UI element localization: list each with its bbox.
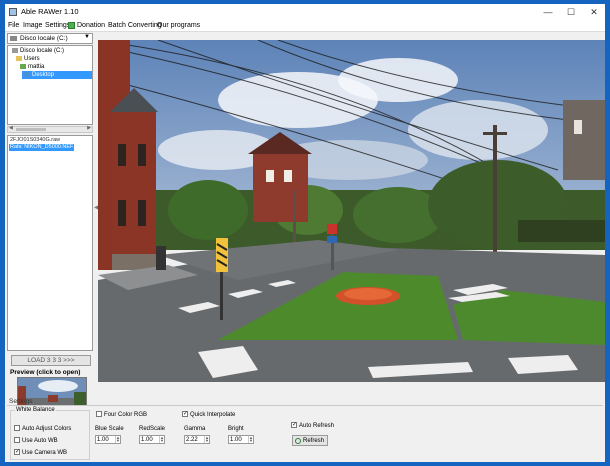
tree-item-drive[interactable]: Disco locale (C:) — [10, 47, 66, 55]
tree-item-label: mattia — [28, 64, 45, 70]
folder-tree: Disco locale (C:) Users mattia Desktop — [7, 45, 93, 125]
quick-interpolate-checkbox[interactable]: Quick Interpolate — [182, 410, 236, 419]
tree-item-users[interactable]: Users — [14, 55, 42, 63]
left-panel: Disco locale (C:) ▼ Disco locale (C:) Us… — [7, 33, 93, 425]
spin-arrows-icon[interactable]: ▲ ▼ — [115, 436, 120, 443]
checkbox-box — [14, 437, 20, 444]
red-scale-label: RedScale — [139, 426, 166, 432]
drive-icon — [10, 36, 17, 41]
checkbox-label: Quick Interpolate — [190, 412, 236, 418]
use-auto-wb-checkbox[interactable]: Use Auto WB — [14, 437, 58, 445]
checkbox-box — [291, 421, 297, 429]
bright-label: Bright — [228, 426, 244, 432]
refresh-button[interactable]: Refresh — [292, 435, 328, 446]
blue-scale-value: 1.00 — [97, 437, 109, 443]
spin-arrows-icon[interactable]: ▲ ▼ — [159, 436, 164, 443]
auto-adjust-colors-checkbox[interactable]: Auto Adjust Colors — [14, 425, 71, 433]
preview-label: Preview (click to open) — [10, 369, 81, 376]
checkbox-box — [14, 425, 20, 432]
drive-select[interactable]: Disco locale (C:) ▼ — [7, 33, 93, 44]
folder-icon — [16, 55, 22, 61]
menu-donation-label: Donation — [77, 22, 106, 29]
menu-batch-converting[interactable]: Batch Converting — [108, 21, 162, 31]
settings-panel: White Balance Auto Adjust Colors Use Aut… — [7, 405, 603, 461]
load-button[interactable]: LOAD 3 3 3 >>> — [11, 355, 91, 366]
red-scale-input[interactable]: 1.00 ▲ ▼ — [139, 435, 165, 444]
gamma-value: 2.22 — [186, 437, 198, 443]
file-item[interactable]: Rafa' NIKON_D5000.NEF — [9, 144, 75, 151]
refresh-icon — [295, 438, 301, 444]
checkbox-label: Use Camera WB — [22, 450, 68, 456]
checkbox-box — [96, 411, 102, 418]
checkbox-label: Auto Refresh — [299, 423, 335, 429]
chevron-down-icon: ▼ — [84, 34, 90, 40]
bright-value: 1.00 — [230, 437, 242, 443]
checkbox-box — [14, 448, 20, 456]
menu-settings[interactable]: Settings — [45, 21, 70, 31]
tree-horizontal-scrollbar[interactable]: ◀ ▶ — [7, 125, 93, 133]
tree-item-mattia[interactable]: mattia — [18, 63, 46, 71]
checkbox-label: Use Auto WB — [22, 438, 58, 444]
menu-image[interactable]: Image — [23, 21, 42, 31]
title-bar: Able RAWer 1.10 — ☐ ✕ — [5, 4, 605, 20]
checkbox-label: Four Color RGB — [104, 412, 148, 418]
spin-arrows-icon[interactable]: ▲ ▼ — [204, 436, 209, 443]
menu-bar: File Image Settings Donation Batch Conve… — [5, 20, 605, 32]
window-title: Able RAWer 1.10 — [21, 7, 79, 16]
checkbox-box — [182, 410, 188, 418]
minimize-button[interactable]: — — [537, 4, 559, 20]
drive-icon — [12, 47, 18, 53]
tree-item-label: Users — [24, 56, 40, 62]
spin-arrows-icon[interactable]: ▲ ▼ — [248, 436, 253, 443]
desktop-icon — [24, 71, 30, 77]
menu-our-programs[interactable]: Our programs — [157, 21, 200, 31]
app-window: Able RAWer 1.10 — ☐ ✕ File Image Setting… — [4, 3, 606, 463]
blue-scale-label: Blue Scale — [95, 426, 124, 432]
scroll-right-icon: ▶ — [87, 125, 91, 131]
use-camera-wb-checkbox[interactable]: Use Camera WB — [14, 448, 68, 457]
gamma-input[interactable]: 2.22 ▲ ▼ — [184, 435, 210, 444]
tree-item-label: Desktop — [32, 72, 55, 78]
panel-splitter[interactable]: ◀ — [94, 204, 99, 218]
four-color-rgb-checkbox[interactable]: Four Color RGB — [96, 411, 147, 419]
refresh-button-label: Refresh — [303, 438, 325, 444]
red-scale-value: 1.00 — [141, 437, 153, 443]
tree-item-label: Disco locale (C:) — [20, 48, 65, 54]
image-viewer[interactable] — [98, 40, 605, 382]
menu-file[interactable]: File — [8, 21, 19, 31]
menu-donation[interactable]: Donation — [68, 21, 105, 31]
scroll-left-icon: ◀ — [9, 125, 13, 131]
raw-photo — [98, 40, 605, 382]
user-folder-icon — [20, 63, 26, 69]
donation-icon — [68, 21, 75, 29]
tree-item-desktop[interactable]: Desktop — [22, 71, 92, 79]
scrollbar-thumb[interactable] — [16, 128, 46, 131]
bright-input[interactable]: 1.00 ▲ ▼ — [228, 435, 254, 444]
maximize-button[interactable]: ☐ — [560, 4, 582, 20]
close-button[interactable]: ✕ — [583, 4, 605, 20]
auto-refresh-checkbox[interactable]: Auto Refresh — [291, 421, 335, 430]
checkbox-label: Auto Adjust Colors — [22, 426, 72, 432]
settings-label: Settings — [9, 398, 33, 405]
blue-scale-input[interactable]: 1.00 ▲ ▼ — [95, 435, 121, 444]
file-item[interactable]: 2FJO01S0340G.raw — [9, 137, 61, 144]
white-balance-group: White Balance Auto Adjust Colors Use Aut… — [10, 407, 90, 460]
drive-select-value: Disco locale (C:) — [20, 35, 68, 42]
gamma-label: Gamma — [184, 426, 206, 432]
white-balance-title: White Balance — [15, 407, 56, 413]
app-icon — [9, 8, 17, 16]
file-list: 2FJO01S0340G.raw Rafa' NIKON_D5000.NEF — [7, 135, 93, 351]
